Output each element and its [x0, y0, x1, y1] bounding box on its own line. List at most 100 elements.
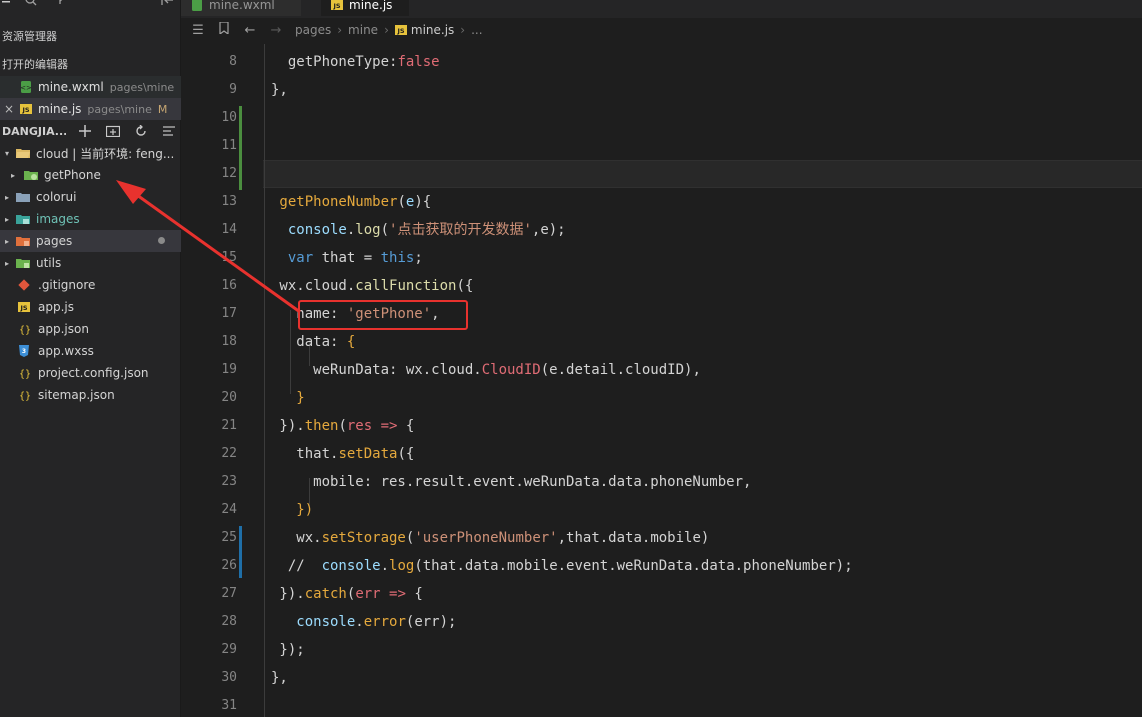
tree-item-label: cloud | 当前环境: feng... — [36, 146, 175, 161]
chevron-right-icon: ▸ — [4, 214, 9, 224]
folder-icon — [16, 191, 30, 203]
line-number: 27 — [221, 586, 237, 601]
line-number: 31 — [221, 698, 237, 713]
line-number: 9 — [229, 82, 237, 97]
code-line: // console.log(that.data.mobile.event.we… — [271, 558, 853, 574]
ide-window: 资源管理器 打开的编辑器 <> mine.wxml pages\mine × J… — [0, 0, 1142, 717]
json-file-icon: {} — [18, 323, 32, 336]
open-editor-path: pages\mine — [109, 80, 175, 94]
chevron-right-icon: ▸ — [10, 170, 15, 180]
activity-bar — [0, 0, 180, 18]
tree-item-colorui[interactable]: ▸ colorui — [0, 186, 181, 208]
svg-text:{}: {} — [19, 325, 31, 335]
breadcrumb-file[interactable]: JS mine.js — [394, 23, 454, 37]
tree-item-images[interactable]: ▸ images — [0, 208, 181, 230]
line-number: 16 — [221, 278, 237, 293]
search-icon[interactable] — [24, 0, 38, 8]
images-folder-icon — [16, 213, 30, 225]
breadcrumb-item[interactable]: pages — [295, 23, 331, 37]
svg-text:JS: JS — [21, 106, 29, 114]
breadcrumb-item[interactable]: ... — [471, 23, 482, 37]
tree-item-getphone[interactable]: ▸ getPhone — [0, 164, 181, 186]
js-file-icon: JS — [20, 103, 32, 115]
code-line: console.error(err); — [271, 614, 457, 630]
line-number: 20 — [221, 390, 237, 405]
collapse-panel-icon[interactable] — [160, 0, 174, 8]
cloud-function-folder-icon — [24, 169, 38, 181]
line-number: 19 — [221, 362, 237, 377]
tree-item-label: app.json — [38, 322, 89, 336]
indent-guide — [264, 44, 265, 717]
editor-toolbar: ☰ ← → pages › mine › JS mine.js › ... — [181, 18, 1142, 42]
new-folder-icon[interactable] — [104, 124, 122, 138]
tab-mine-js[interactable]: JS mine.js — [321, 0, 409, 16]
svg-text:{}: {} — [19, 369, 31, 379]
code-line: var that = this; — [271, 250, 423, 266]
svg-text:{}: {} — [19, 391, 31, 401]
tree-item-label: app.wxss — [38, 344, 94, 358]
new-file-icon[interactable] — [76, 124, 94, 138]
close-icon[interactable]: × — [4, 102, 16, 116]
tree-item-label: app.js — [38, 300, 74, 314]
tree-item-label: pages — [36, 234, 73, 248]
tab-label: mine.js — [349, 0, 393, 12]
forward-arrow-icon[interactable]: → — [267, 23, 285, 38]
line-number: 13 — [221, 194, 237, 209]
tree-item-sitemap[interactable]: {} sitemap.json — [0, 384, 181, 406]
tree-item-label: utils — [36, 256, 62, 270]
code-line: that.setData({ — [271, 446, 415, 462]
open-editor-mine-wxml[interactable]: <> mine.wxml pages\mine — [0, 76, 181, 98]
code-line: }).then(res => { — [271, 418, 415, 434]
open-editor-name: mine.js — [38, 102, 82, 116]
workspace-header[interactable]: DANGJIA... — [0, 120, 181, 142]
tree-item-label: sitemap.json — [38, 388, 115, 402]
source-control-icon[interactable] — [56, 0, 70, 8]
line-number: 25 — [221, 530, 237, 545]
code-line: }, — [271, 670, 288, 686]
code-line: } — [271, 390, 305, 406]
code-editor[interactable]: getPhoneType:false }, getPhoneNumber(e){… — [243, 44, 1142, 717]
tree-item-app-json[interactable]: {} app.json — [0, 318, 181, 340]
line-number: 22 — [221, 446, 237, 461]
tree-item-pages[interactable]: ▸ pages — [0, 230, 181, 252]
tree-item-project-config[interactable]: {} project.config.json — [0, 362, 181, 384]
code-line: wx.setStorage('userPhoneNumber',that.dat… — [271, 530, 710, 546]
tab-mine-wxml[interactable]: mine.wxml — [181, 0, 301, 16]
list-icon[interactable]: ☰ — [189, 23, 207, 38]
open-editor-path: pages\mine — [87, 102, 152, 116]
line-number: 30 — [221, 670, 237, 685]
code-line: data: { — [271, 334, 356, 350]
pages-folder-icon — [16, 235, 30, 247]
tree-item-app-wxss[interactable]: 3 app.wxss — [0, 340, 181, 362]
svg-text:3: 3 — [22, 348, 26, 355]
line-number: 17 — [221, 306, 237, 321]
tree-item-app-js[interactable]: JS app.js — [0, 296, 181, 318]
back-arrow-icon[interactable]: ← — [241, 23, 259, 38]
editor-tab-bar: mine.wxml JS mine.js — [181, 0, 1142, 18]
breadcrumb-item[interactable]: mine — [348, 23, 378, 37]
js-file-icon: JS — [18, 301, 32, 313]
tree-item-gitignore[interactable]: .gitignore — [0, 274, 181, 296]
menu-icon[interactable] — [2, 0, 16, 8]
code-line: }, — [271, 82, 288, 98]
line-number: 15 — [221, 250, 237, 265]
tree-item-utils[interactable]: ▸ utils — [0, 252, 181, 274]
refresh-icon[interactable] — [132, 124, 150, 138]
svg-text:JS: JS — [19, 304, 27, 312]
tree-item-label: colorui — [36, 190, 77, 204]
explorer-title: 资源管理器 — [2, 30, 57, 43]
folder-open-icon — [16, 147, 30, 159]
line-number: 11 — [221, 138, 237, 153]
open-editors-header[interactable]: 打开的编辑器 — [2, 56, 68, 72]
open-editor-mine-js[interactable]: × JS mine.js pages\mine M — [0, 98, 181, 120]
code-line: }); — [271, 642, 305, 658]
chevron-right-icon: › — [384, 23, 389, 37]
json-file-icon: {} — [18, 367, 32, 380]
collapse-all-icon[interactable] — [160, 124, 178, 138]
bookmark-icon[interactable] — [215, 21, 233, 38]
tree-item-cloud[interactable]: ▾ cloud | 当前环境: feng... — [0, 142, 181, 164]
svg-text:<>: <> — [20, 84, 32, 92]
annotation-highlight-box — [298, 300, 468, 330]
wxml-file-icon: <> — [20, 81, 32, 93]
current-line-highlight — [263, 160, 1142, 188]
